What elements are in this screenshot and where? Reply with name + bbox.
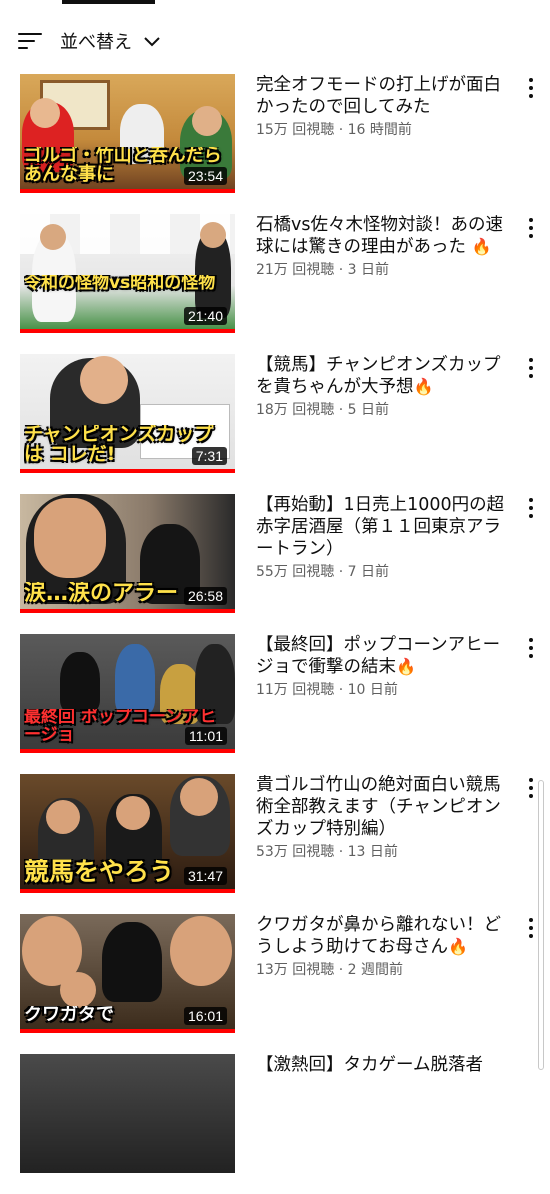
video-duration: 21:40 bbox=[183, 307, 227, 325]
video-meta[interactable]: 【再始動】1日売上1000円の超赤字居酒屋（第１１回東京アラートラン） 55万 … bbox=[256, 494, 510, 581]
fire-emoji-icon: 🔥 bbox=[396, 657, 416, 676]
video-stats: 21万 回視聴 · 3 日前 bbox=[256, 262, 389, 278]
sort-button[interactable]: 並べ替え bbox=[18, 26, 162, 56]
video-item[interactable]: チャンピオンズカップは コレだ! 7:31 【競馬】チャンピオンズカップを貴ちゃ… bbox=[0, 354, 550, 494]
more-options-icon[interactable] bbox=[528, 638, 534, 658]
sort-icon bbox=[18, 31, 44, 51]
watched-progress-bar bbox=[20, 329, 235, 333]
video-list: ゴルゴ・竹山と呑んだら あんな事に 23:54 完全オフモードの打上げが面白かっ… bbox=[0, 74, 550, 1194]
thumbnail-caption: 令和の怪物vs昭和の怪物 bbox=[24, 275, 216, 293]
video-duration: 16:01 bbox=[183, 1007, 227, 1025]
video-duration: 11:01 bbox=[185, 727, 227, 745]
video-item[interactable]: 競馬をやろう 31:47 貴ゴルゴ竹山の絶対面白い競馬術全部教えます（チャンピオ… bbox=[0, 774, 550, 914]
video-item[interactable]: 涙…涙のアラー 26:58 【再始動】1日売上1000円の超赤字居酒屋（第１１回… bbox=[0, 494, 550, 634]
video-stats: 11万 回視聴 · 10 日前 bbox=[256, 682, 398, 698]
watched-progress-bar bbox=[20, 609, 235, 613]
video-meta[interactable]: 完全オフモードの打上げが面白かったので回してみた 15万 回視聴 · 16 時間… bbox=[256, 74, 510, 139]
video-thumbnail[interactable]: 令和の怪物vs昭和の怪物 21:40 bbox=[20, 214, 235, 333]
video-thumbnail[interactable]: 涙…涙のアラー 26:58 bbox=[20, 494, 235, 613]
sort-label: 並べ替え bbox=[60, 32, 132, 53]
video-meta[interactable]: 貴ゴルゴ竹山の絶対面白い競馬術全部教えます（チャンピオンズカップ特別編） 53万… bbox=[256, 774, 510, 861]
video-item[interactable]: 令和の怪物vs昭和の怪物 21:40 石橋vs佐々木怪物対談！あの速球には驚きの… bbox=[0, 214, 550, 354]
video-stats: 15万 回視聴 · 16 時間前 bbox=[256, 122, 412, 138]
tab-active-indicator bbox=[62, 0, 155, 4]
video-duration: 23:54 bbox=[183, 167, 227, 185]
watched-progress-bar bbox=[20, 469, 235, 473]
watched-progress-bar bbox=[20, 1029, 235, 1033]
video-stats: 55万 回視聴 · 7 日前 bbox=[256, 564, 389, 580]
video-title: 【再始動】1日売上1000円の超赤字居酒屋（第１１回東京アラートラン） bbox=[256, 495, 505, 559]
video-title: クワガタが鼻から離れない！どうしよう助けてお母さん🔥 bbox=[256, 915, 501, 957]
watched-progress-bar bbox=[20, 889, 235, 893]
more-options-icon[interactable] bbox=[528, 358, 534, 378]
more-options-icon[interactable] bbox=[528, 918, 534, 938]
video-stats: 13万 回視聴 · 2 週間前 bbox=[256, 962, 403, 978]
video-stats: 53万 回視聴 · 13 日前 bbox=[256, 844, 398, 860]
more-options-icon[interactable] bbox=[528, 778, 534, 798]
video-duration: 26:58 bbox=[183, 587, 227, 605]
video-duration: 7:31 bbox=[191, 447, 227, 465]
fire-emoji-icon: 🔥 bbox=[447, 937, 468, 956]
fire-emoji-icon: 🔥 bbox=[471, 237, 492, 256]
video-meta[interactable]: 【最終回】ポップコーンアヒージョで衝撃の結末🔥 11万 回視聴 · 10 日前 bbox=[256, 634, 510, 699]
watched-progress-bar bbox=[20, 749, 235, 753]
video-title: 貴ゴルゴ竹山の絶対面白い競馬術全部教えます（チャンピオンズカップ特別編） bbox=[256, 775, 501, 839]
video-duration: 31:47 bbox=[183, 867, 227, 885]
video-thumbnail[interactable]: チャンピオンズカップは コレだ! 7:31 bbox=[20, 354, 235, 473]
video-item[interactable]: 【激熱回】タカゲーム脱落者 bbox=[0, 1054, 550, 1194]
video-title: 完全オフモードの打上げが面白かったので回してみた bbox=[256, 75, 501, 117]
video-item[interactable]: ゴルゴ・竹山と呑んだら あんな事に 23:54 完全オフモードの打上げが面白かっ… bbox=[0, 74, 550, 214]
video-title: 石橋vs佐々木怪物対談！あの速球には驚きの理由があった 🔥 bbox=[256, 215, 503, 257]
video-item[interactable]: クワガタで 16:01 クワガタが鼻から離れない！どうしよう助けてお母さん🔥 1… bbox=[0, 914, 550, 1054]
video-meta[interactable]: クワガタが鼻から離れない！どうしよう助けてお母さん🔥 13万 回視聴 · 2 週… bbox=[256, 914, 510, 979]
video-meta[interactable]: 【競馬】チャンピオンズカップを貴ちゃんが大予想🔥 18万 回視聴 · 5 日前 bbox=[256, 354, 510, 419]
video-item[interactable]: 最終回 ポップコーンアヒージョ 11:01 【最終回】ポップコーンアヒージョで衝… bbox=[0, 634, 550, 774]
more-options-icon[interactable] bbox=[528, 498, 534, 518]
video-title: 【競馬】チャンピオンズカップを貴ちゃんが大予想🔥 bbox=[256, 355, 501, 397]
video-thumbnail[interactable]: 最終回 ポップコーンアヒージョ 11:01 bbox=[20, 634, 235, 753]
chevron-down-icon bbox=[144, 37, 160, 47]
video-stats: 18万 回視聴 · 5 日前 bbox=[256, 402, 389, 418]
video-thumbnail[interactable]: 競馬をやろう 31:47 bbox=[20, 774, 235, 893]
fire-emoji-icon: 🔥 bbox=[413, 377, 434, 396]
scrollbar-thumb[interactable] bbox=[538, 780, 544, 1070]
video-thumbnail[interactable]: クワガタで 16:01 bbox=[20, 914, 235, 1033]
video-title: 【最終回】ポップコーンアヒージョで衝撃の結末🔥 bbox=[256, 635, 501, 677]
video-thumbnail[interactable]: ゴルゴ・竹山と呑んだら あんな事に 23:54 bbox=[20, 74, 235, 193]
video-thumbnail[interactable] bbox=[20, 1054, 235, 1173]
more-options-icon[interactable] bbox=[528, 218, 534, 238]
video-meta[interactable]: 石橋vs佐々木怪物対談！あの速球には驚きの理由があった 🔥 21万 回視聴 · … bbox=[256, 214, 510, 279]
video-title: 【激熱回】タカゲーム脱落者 bbox=[256, 1055, 483, 1075]
watched-progress-bar bbox=[20, 189, 235, 193]
more-options-icon[interactable] bbox=[528, 78, 534, 98]
video-meta[interactable]: 【激熱回】タカゲーム脱落者 bbox=[256, 1054, 510, 1076]
